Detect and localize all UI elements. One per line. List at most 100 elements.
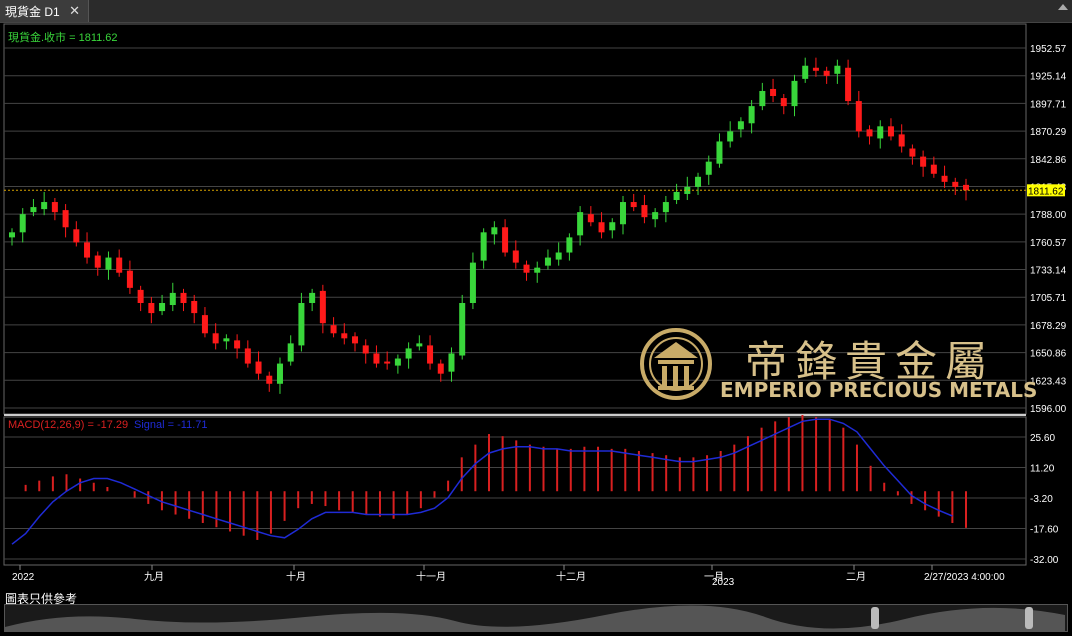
candle-body — [223, 338, 230, 342]
price-tick-label: 1842.86 — [1030, 155, 1067, 166]
candle-body — [234, 340, 241, 349]
candle-body — [952, 181, 959, 187]
scroll-up-icon[interactable] — [1058, 4, 1068, 10]
macd-tick-label: -3.20 — [1030, 494, 1053, 505]
price-tick-label: 1596.00 — [1030, 404, 1067, 415]
candle-body — [619, 202, 626, 225]
candle-body — [73, 229, 80, 243]
price-tick-label: 1925.14 — [1030, 72, 1067, 83]
last-price-label: 1811.62 — [1028, 186, 1064, 197]
candle-body — [51, 202, 58, 213]
close-icon[interactable]: ✕ — [69, 3, 80, 19]
candle-body — [287, 343, 294, 362]
macd-tick-label: 25.60 — [1030, 433, 1055, 444]
candle-body — [748, 106, 755, 124]
candle-body — [330, 325, 337, 334]
candle-body — [534, 267, 541, 273]
candle-body — [159, 302, 166, 312]
candle-body — [630, 202, 637, 208]
candle-body — [587, 214, 594, 223]
candle-body — [298, 302, 305, 346]
candle-body — [695, 176, 702, 187]
candle-body — [834, 65, 841, 74]
candle-body — [727, 131, 734, 142]
time-label: 2/27/2023 4:00:00 — [924, 572, 1005, 583]
candle-body — [126, 270, 133, 288]
candle-body — [555, 252, 562, 260]
candle-body — [812, 67, 819, 71]
candle-body — [137, 289, 144, 303]
candle-body — [148, 302, 155, 314]
time-label: 九月 — [144, 571, 164, 583]
time-label: 十二月 — [556, 570, 586, 583]
candle-body — [941, 175, 948, 182]
price-tick-label: 1952.57 — [1030, 44, 1067, 55]
signal-label: Signal = -11.71 — [134, 419, 208, 431]
logo-icon — [640, 328, 712, 400]
candle-body — [759, 90, 766, 107]
candle-body — [169, 292, 176, 306]
candle-body — [276, 363, 283, 384]
candle-body — [652, 212, 659, 220]
candle-body — [352, 336, 359, 344]
time-sub-label: 2023 — [712, 577, 735, 588]
candle-body — [823, 70, 830, 76]
candle-body — [502, 227, 509, 253]
chart-canvas[interactable]: 1952.571925.141897.711870.291842.861815.… — [0, 22, 1072, 590]
candle-body — [309, 292, 316, 303]
scroll-handle-left[interactable] — [871, 607, 879, 629]
candle-body — [480, 232, 487, 261]
time-label: 二月 — [846, 571, 866, 583]
time-label: 十月 — [286, 570, 306, 583]
candle-body — [19, 214, 26, 233]
price-tick-label: 1650.86 — [1030, 349, 1067, 360]
candle-body — [9, 232, 15, 238]
candle-body — [266, 375, 273, 384]
candle-body — [544, 257, 551, 266]
candle-body — [373, 353, 380, 364]
candle-body — [341, 333, 348, 339]
price-tick-label: 1788.00 — [1030, 210, 1067, 221]
macd-tick-label: 11.20 — [1030, 464, 1055, 475]
tab-bar: 現貨金 D1 ✕ — [0, 0, 1072, 23]
price-tick-label: 1897.71 — [1030, 99, 1067, 110]
candle-body — [94, 255, 101, 268]
time-label: 十一月 — [416, 570, 446, 583]
candle-body — [898, 134, 905, 147]
macd-panel-frame — [3, 416, 1027, 566]
candle-body — [405, 348, 412, 359]
candle-body — [641, 205, 648, 218]
candle-body — [930, 164, 937, 174]
candle-body — [394, 358, 401, 366]
tab-chart[interactable]: 現貨金 D1 ✕ — [0, 0, 89, 22]
candle-body — [212, 333, 219, 344]
candle-body — [437, 363, 444, 374]
price-series-label: 現貨金.收市 = 1811.62 — [8, 30, 118, 44]
candle-body — [737, 121, 744, 130]
macd-tick-label: -32.00 — [1030, 555, 1059, 566]
candle-body — [469, 262, 476, 303]
candle-body — [448, 353, 455, 372]
candle-body — [459, 302, 466, 356]
candle-body — [30, 207, 37, 213]
candle-body — [791, 80, 798, 107]
candle-body — [116, 257, 123, 273]
signal-line — [11, 418, 953, 545]
candle-body — [191, 300, 198, 314]
logo-english-text: EMPERIO PRECIOUS METALS — [720, 378, 1038, 402]
candle-body — [319, 290, 326, 324]
candle-body — [887, 126, 894, 137]
candle-body — [909, 148, 916, 157]
candle-body — [662, 202, 669, 213]
candle-body — [770, 88, 777, 97]
candle-body — [780, 98, 787, 107]
time-scrollbar[interactable] — [4, 604, 1068, 632]
scroll-handle-right[interactable] — [1025, 607, 1033, 629]
candle-body — [427, 345, 434, 364]
candle-body — [255, 361, 262, 374]
macd-label: MACD(12,26,9) = -17.29 — [8, 419, 128, 431]
price-tick-label: 1870.29 — [1030, 127, 1067, 138]
candle-body — [566, 237, 573, 253]
candle-body — [716, 141, 723, 164]
candle-body — [673, 191, 680, 201]
